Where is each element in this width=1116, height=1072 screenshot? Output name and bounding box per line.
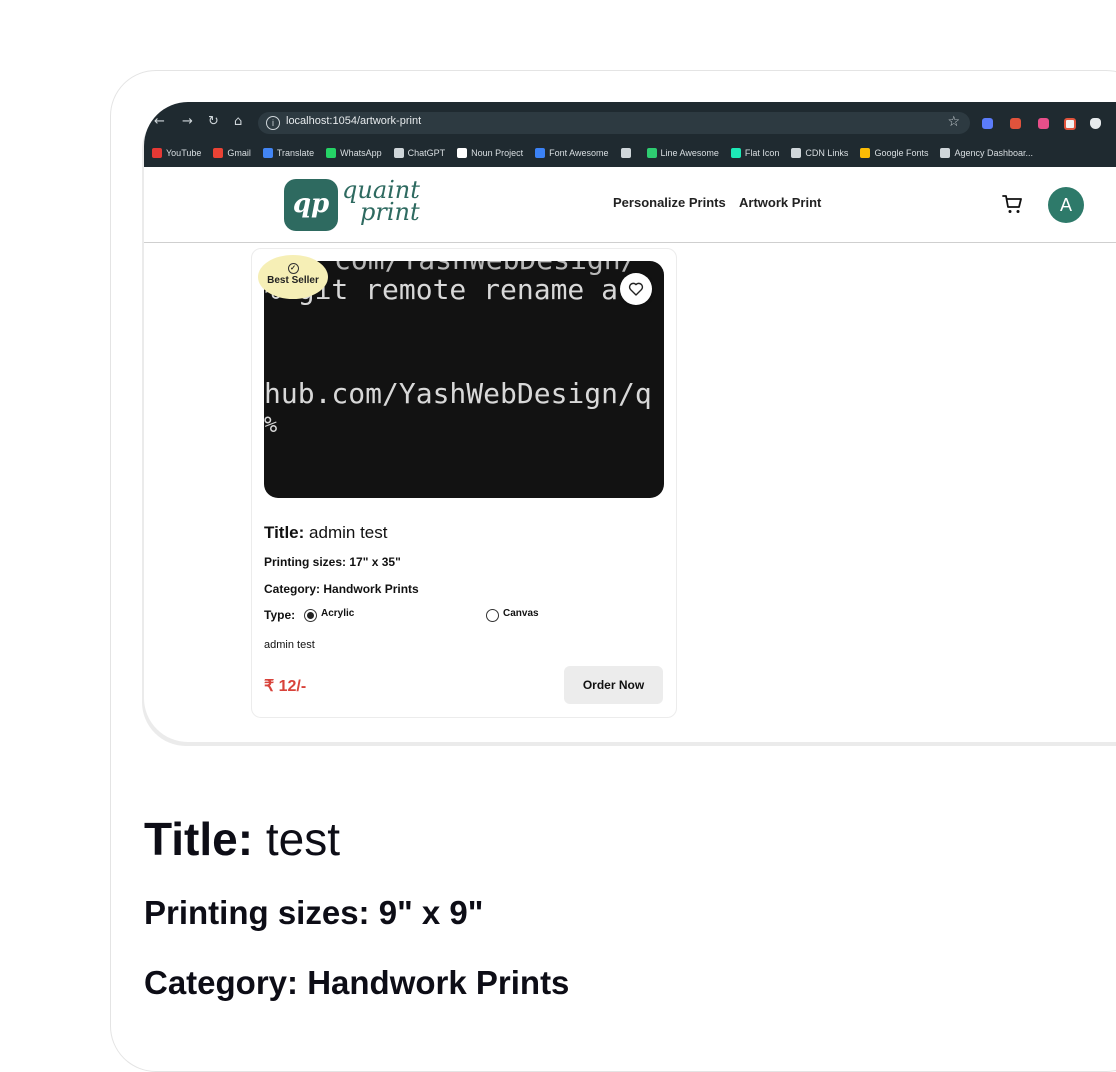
cart-icon[interactable]: [1002, 193, 1024, 215]
bookmark-item[interactable]: Font Awesome: [535, 146, 609, 160]
sizes-value: 17" x 35": [349, 555, 401, 569]
bookmark-favicon-icon: [730, 148, 741, 158]
bookmark-label: Font Awesome: [549, 148, 609, 158]
bookmark-item[interactable]: Flat Icon: [730, 146, 780, 160]
address-bar[interactable]: i localhost:1054/artwork-print ☆: [258, 112, 970, 134]
bookmark-label: Noun Project: [471, 148, 524, 158]
detail-title-label: Title:: [144, 813, 254, 865]
product-card: com/YashWebDesign/ % git remote rename a…: [251, 248, 677, 718]
bookmark-favicon-icon: [393, 148, 404, 158]
bookmark-favicon-icon: [213, 148, 224, 158]
detail-printing-sizes: Printing sizes: 9" x 9": [144, 894, 483, 932]
bookmark-item[interactable]: [620, 146, 635, 160]
check-circle-icon: ✓: [287, 263, 299, 274]
logo-wordmark[interactable]: quaint print: [342, 178, 420, 226]
bookmarks-bar: YouTube Gmail Translate WhatsApp ChatGPT Noun…: [152, 146, 1033, 160]
best-seller-badge: ✓ Best Seller: [258, 255, 328, 299]
bookmark-favicon-icon: [646, 148, 657, 158]
radio-label: Canvas: [503, 608, 539, 619]
image-text-line: %: [264, 413, 278, 438]
extension-icon[interactable]: [982, 118, 993, 129]
detail-title-value: test: [265, 813, 340, 865]
bookmark-favicon-icon: [535, 148, 546, 158]
bookmark-item[interactable]: Gmail: [213, 146, 251, 160]
bookmark-label: CDN Links: [805, 148, 849, 158]
price: ₹ 12/-: [264, 678, 307, 695]
extension-icon[interactable]: [1038, 118, 1049, 129]
bookmark-label: WhatsApp: [340, 148, 382, 158]
bookmark-item[interactable]: Google Fonts: [860, 146, 928, 160]
back-icon[interactable]: ←: [154, 114, 165, 130]
site-header: qp quaint print Personalize Prints Artwo…: [144, 167, 1116, 243]
bookmark-favicon-icon: [152, 148, 162, 158]
detail-category-value: Handwork Prints: [307, 964, 570, 1001]
shield-icon[interactable]: [1090, 118, 1101, 129]
extension-icon[interactable]: [1010, 118, 1021, 129]
image-text-line: hub.com/YashWebDesign/q: [264, 377, 652, 410]
bookmark-label: Translate: [276, 148, 315, 158]
bookmark-favicon-icon: [620, 148, 631, 158]
bookmark-item[interactable]: WhatsApp: [326, 146, 382, 160]
info-icon[interactable]: i: [266, 116, 280, 130]
url-text: localhost:1054/artwork-print: [286, 115, 422, 127]
type-label: Type:: [264, 608, 296, 622]
bookmark-label: Line Awesome: [660, 148, 719, 158]
logo-line: print: [360, 198, 420, 226]
home-icon[interactable]: ⌂: [234, 114, 242, 130]
category-value: Handwork Prints: [323, 582, 419, 596]
extension-icon[interactable]: [1064, 118, 1076, 130]
printing-sizes: Printing sizes: 17" x 35": [264, 555, 401, 569]
bookmark-item[interactable]: Agency Dashboar...: [940, 146, 1033, 160]
bookmark-label: ChatGPT: [407, 148, 446, 158]
reload-icon[interactable]: ↻: [208, 114, 219, 130]
bookmark-label: Gmail: [227, 148, 251, 158]
bookmark-item[interactable]: CDN Links: [791, 146, 848, 160]
category-label: Category:: [264, 582, 321, 596]
title-value: admin test: [309, 523, 388, 542]
detail-sizes-label: Printing sizes:: [144, 894, 370, 931]
bookmark-favicon-icon: [860, 148, 871, 158]
bookmark-favicon-icon: [326, 148, 337, 158]
detail-category-label: Category:: [144, 964, 299, 1001]
radio-canvas[interactable]: [486, 609, 499, 622]
bookmark-label: Google Fonts: [874, 148, 929, 158]
nav-personalize-prints[interactable]: Personalize Prints: [613, 195, 726, 210]
product-description: admin test: [264, 639, 315, 651]
bookmark-favicon-icon: [457, 148, 468, 158]
bookmark-item[interactable]: YouTube: [152, 146, 201, 160]
title-label: Title:: [264, 523, 305, 542]
detail-title: Title: test: [144, 812, 340, 866]
bookmark-item[interactable]: Line Awesome: [646, 146, 719, 160]
bookmark-item[interactable]: Translate: [262, 146, 315, 160]
forward-icon[interactable]: →: [182, 114, 193, 130]
bookmark-label: Agency Dashboar...: [954, 148, 1034, 158]
order-now-button[interactable]: Order Now: [564, 666, 663, 704]
radio-acrylic[interactable]: [304, 609, 317, 622]
heart-icon: [628, 282, 644, 296]
avatar[interactable]: A: [1048, 187, 1084, 223]
detail-category: Category: Handwork Prints: [144, 964, 569, 1002]
star-icon[interactable]: ☆: [947, 114, 960, 130]
product-image[interactable]: com/YashWebDesign/ % git remote rename a…: [264, 261, 664, 498]
screenshot-preview: ← → ↻ ⌂ i localhost:1054/artwork-print ☆…: [144, 102, 1116, 742]
bookmark-favicon-icon: [940, 148, 951, 158]
bookmark-label: YouTube: [166, 148, 202, 158]
product-title: Title: admin test: [264, 523, 387, 543]
category: Category: Handwork Prints: [264, 582, 419, 596]
bookmark-item[interactable]: ChatGPT: [393, 146, 446, 160]
bookmark-item[interactable]: Noun Project: [457, 146, 523, 160]
wishlist-button[interactable]: [620, 273, 652, 305]
logo-mark[interactable]: qp: [284, 179, 338, 231]
radio-label: Acrylic: [321, 608, 355, 619]
bookmark-favicon-icon: [791, 148, 802, 158]
sizes-label: Printing sizes:: [264, 555, 347, 569]
browser-chrome: ← → ↻ ⌂ i localhost:1054/artwork-print ☆…: [144, 102, 1116, 167]
bookmark-favicon-icon: [262, 148, 273, 158]
bookmark-label: Flat Icon: [744, 148, 780, 158]
badge-label: Best Seller: [267, 275, 319, 286]
nav-artwork-print[interactable]: Artwork Print: [739, 195, 821, 210]
detail-sizes-value: 9" x 9": [378, 894, 484, 931]
